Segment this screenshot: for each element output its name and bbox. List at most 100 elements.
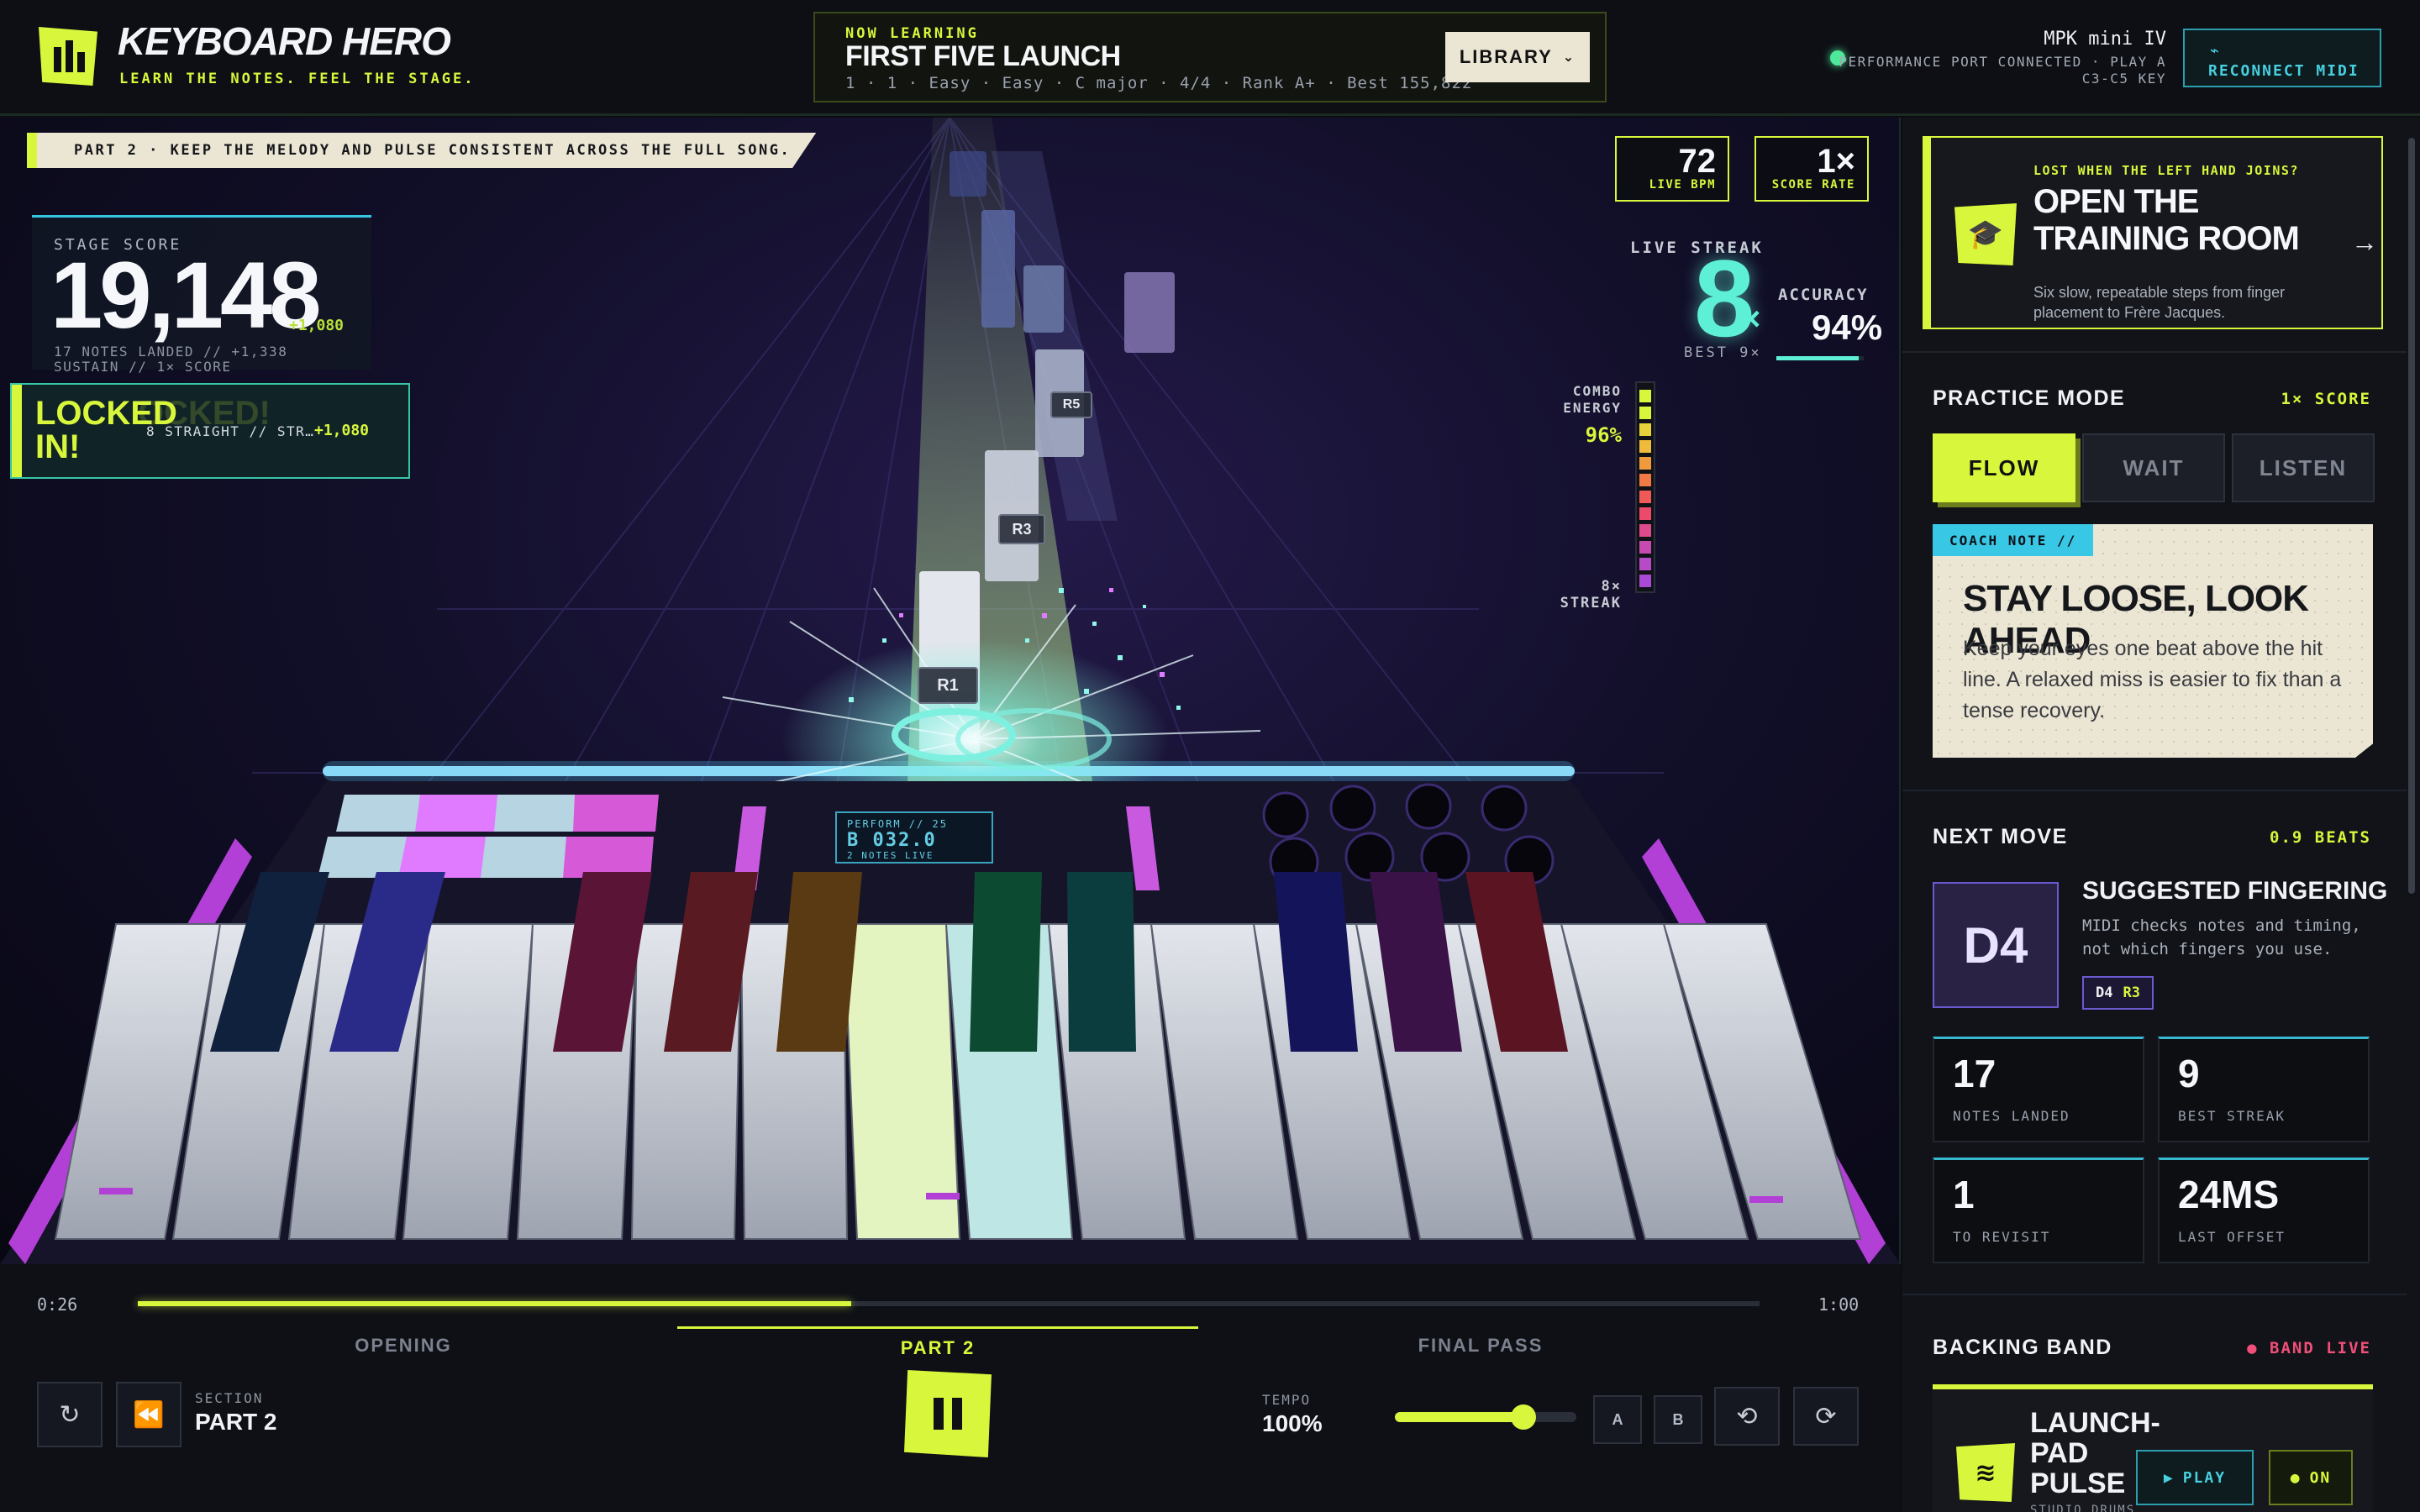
stat-last-offset: 24MS LAST OFFSET <box>2158 1158 2370 1263</box>
note-label-r1: R1 <box>918 667 978 704</box>
time-total: 1:00 <box>1818 1294 1860 1315</box>
loop-point-a-button[interactable]: A <box>1593 1395 1642 1444</box>
mode-flow-button[interactable]: FLOW <box>1933 433 2075 502</box>
section-tab-opening[interactable]: OPENING <box>143 1326 664 1357</box>
mode-listen-button[interactable]: LISTEN <box>2232 433 2375 502</box>
combo-meter-segment <box>1639 440 1651 453</box>
practice-mode-title: PRACTICE MODE <box>1933 386 2126 410</box>
suggested-fingering-description: MIDI checks notes and timing, not which … <box>2082 916 2361 958</box>
waveform-icon: ≋ <box>1956 1443 2015 1502</box>
combo-meter-segment <box>1639 474 1651 486</box>
stat-best-streak: 9 BEST STREAK <box>2158 1037 2370 1142</box>
backing-band-subtitle: STUDIO DRUMS <box>2030 1504 2136 1512</box>
locked-in-title: LOCKED IN! <box>35 396 177 464</box>
part-instruction-banner: PART 2 · KEEP THE MELODY AND PULSE CONSI… <box>27 133 817 168</box>
fingering-chip-note: D4 <box>2096 984 2113 1001</box>
training-room-kicker: LOST WHEN THE LEFT HAND JOINS? <box>2033 163 2299 178</box>
restart-icon: ↻ <box>59 1400 81 1429</box>
library-button-label: LIBRARY <box>1459 46 1553 67</box>
restart-button[interactable]: ↻ <box>37 1382 103 1447</box>
combo-meter-segment <box>1639 491 1651 503</box>
section-tab-part-2[interactable]: PART 2 <box>677 1326 1198 1359</box>
current-section-name: PART 2 <box>195 1409 277 1435</box>
app-header: KEYBOARD HERO LEARN THE NOTES. FEEL THE … <box>0 0 2420 116</box>
song-progress-bar[interactable] <box>138 1301 1760 1306</box>
live-streak-multiplier: × <box>1741 301 1761 338</box>
fingering-chip: D4 R3 <box>2082 976 2154 1010</box>
stat-value: 9 <box>2178 1052 2200 1095</box>
combo-meter-segment <box>1639 575 1651 587</box>
stage-score-card: STAGE SCORE 19,148 +1,080 17 NOTES LANDE… <box>32 215 371 375</box>
tempo-slider[interactable] <box>1395 1404 1576 1430</box>
tempo-slider-handle[interactable] <box>1511 1404 1537 1430</box>
performance-stage: PART 2 · KEEP THE MELODY AND PULSE CONSI… <box>0 118 1901 1264</box>
mode-wait-button[interactable]: WAIT <box>2082 433 2225 502</box>
score-rate-label: SCORE RATE <box>1771 178 1855 192</box>
perform-readout-line2: B 032.0 <box>847 830 937 851</box>
combo-energy-value: 96% <box>1585 423 1622 447</box>
loop-point-b-button[interactable]: B <box>1654 1395 1702 1444</box>
next-move-title: NEXT MOVE <box>1933 825 2068 848</box>
live-bpm-label: LIVE BPM <box>1649 178 1716 192</box>
section-label: SECTION <box>195 1390 264 1406</box>
midi-device-name: MPK mini IV <box>2044 29 2166 50</box>
loop-infinite-button[interactable]: ⟳ <box>1793 1387 1859 1446</box>
perform-readout-line1: PERFORM // 25 <box>847 818 948 830</box>
midi-status: PERFORMANCE PORT CONNECTED · PLAY A C3-C… <box>1839 54 2166 87</box>
stat-label: LAST OFFSET <box>2178 1229 2286 1245</box>
next-note-box: D4 <box>1933 882 2059 1008</box>
combo-meter-segment <box>1639 558 1651 570</box>
band-play-button[interactable]: ▶ PLAY <box>2136 1450 2254 1505</box>
stat-value: 1 <box>1953 1173 1975 1216</box>
rewind-button[interactable]: ⏪ <box>116 1382 182 1447</box>
now-learning-panel: NOW LEARNING FIRST FIVE LAUNCH 1 · 1 · E… <box>813 12 1607 102</box>
coach-note-tag: COACH NOTE // <box>1933 524 2094 556</box>
library-button[interactable]: LIBRARY ⌄ <box>1445 32 1590 82</box>
play-icon: ▶ <box>2163 1468 2175 1487</box>
practice-mode-score-tag: 1× SCORE <box>2281 390 2371 408</box>
app-tagline: LEARN THE NOTES. FEEL THE STAGE. <box>119 71 476 87</box>
perform-readout-line3: 2 NOTES LIVE <box>847 850 934 861</box>
combo-meter-segment <box>1639 407 1651 419</box>
perform-readout: PERFORM // 25 B 032.0 2 NOTES LIVE <box>835 811 993 864</box>
locked-in-toast: OCKED! LOCKED IN! 8 STRAIGHT // STR… +1,… <box>10 383 410 479</box>
reconnect-midi-label: RECONNECT MIDI <box>2208 62 2360 80</box>
combo-meter-segment <box>1639 423 1651 436</box>
note-label-r3: R3 <box>998 514 1045 544</box>
loop-infinite-icon: ⟳ <box>1815 1402 1837 1431</box>
combo-meter-segment <box>1639 507 1651 520</box>
accuracy-value: 94% <box>1812 307 1883 347</box>
pause-button[interactable] <box>904 1370 992 1457</box>
coach-note-card: COACH NOTE // STAY LOOSE, LOOK AHEAD Kee… <box>1933 524 2373 758</box>
stat-to-revisit: 1 TO REVISIT <box>1933 1158 2144 1263</box>
section-tab-final-pass[interactable]: FINAL PASS <box>1220 1326 1741 1357</box>
band-toggle-button[interactable]: ● ON <box>2269 1450 2353 1505</box>
stat-value: 17 <box>1953 1052 1996 1095</box>
loop-button[interactable]: ⟲ <box>1714 1387 1780 1446</box>
divider <box>1902 790 2407 791</box>
loop-icon: ⟲ <box>1736 1402 1758 1431</box>
training-room-card[interactable]: 🎓 LOST WHEN THE LEFT HAND JOINS? OPEN TH… <box>1923 136 2383 329</box>
backing-band-title: BACKING BAND <box>1933 1336 2112 1359</box>
coach-note-body: Keep your eyes one beat above the hit li… <box>1963 637 2342 722</box>
score-rate-value: 1× <box>1817 143 1855 180</box>
stat-value: 24MS <box>2178 1173 2280 1216</box>
divider <box>1902 351 2407 353</box>
pause-icon-bar <box>952 1398 962 1430</box>
band-toggle-label: ON <box>2309 1468 2332 1487</box>
plug-icon: ⌁ <box>2210 42 2221 60</box>
coach-sidebar: 🎓 LOST WHEN THE LEFT HAND JOINS? OPEN TH… <box>1902 118 2420 1512</box>
graduation-cap-icon: 🎓 <box>1954 203 2017 265</box>
live-bpm-box: 72 LIVE BPM <box>1615 136 1729 202</box>
band-live-status: ● BAND LIVE <box>2247 1339 2371 1357</box>
accuracy-bar-fill <box>1776 356 1859 360</box>
combo-energy-meter <box>1635 381 1655 593</box>
combo-streak-label: 8× STREAK <box>1560 578 1622 612</box>
reconnect-midi-button[interactable]: ⌁ RECONNECT MIDI <box>2183 29 2381 87</box>
backing-band-name: LAUNCH-PAD PULSE <box>2030 1407 2160 1499</box>
score-rate-box: 1× SCORE RATE <box>1754 136 1869 202</box>
tempo-value: 100% <box>1262 1410 1323 1436</box>
status-dot-icon: ● <box>2290 1468 2302 1487</box>
sustain-summary: SUSTAIN // 1× SCORE <box>54 359 232 375</box>
live-bpm-value: 72 <box>1678 143 1717 180</box>
